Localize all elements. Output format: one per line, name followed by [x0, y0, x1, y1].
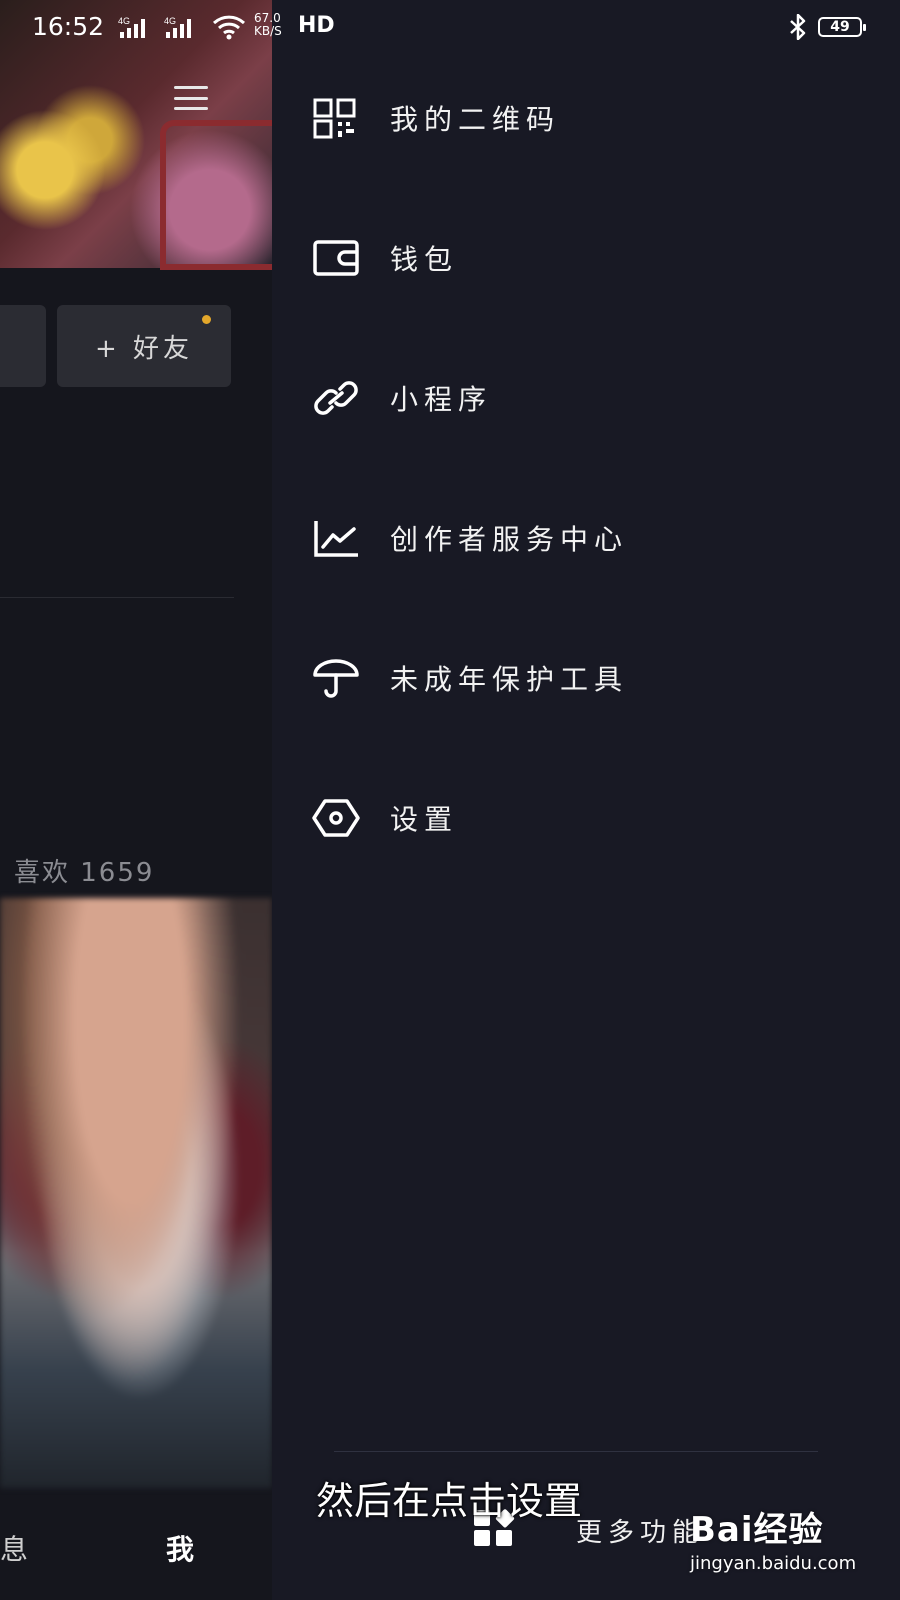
qr-code-icon	[312, 94, 360, 142]
tab-messages[interactable]: 息	[0, 1528, 28, 1568]
status-bar: 16:52 4G 4G 67.0 KB/S HD 49	[0, 0, 900, 56]
message-button[interactable]	[0, 305, 46, 387]
signal-strength-icon: 4G	[118, 16, 158, 44]
menu-item-label: 小程序	[390, 383, 493, 416]
watermark-url: jingyan.baidu.com	[690, 1553, 857, 1574]
svg-text:4G: 4G	[118, 16, 130, 26]
more-functions-label: 更多功能	[576, 1517, 705, 1548]
tab-me[interactable]: 我	[166, 1528, 194, 1568]
feed-thumbnail[interactable]	[0, 898, 272, 1488]
umbrella-icon	[312, 654, 360, 702]
cover-decoration	[160, 120, 272, 270]
menu-item-qr-code[interactable]: 我的二维码	[312, 88, 872, 148]
menu-item-label: 设置	[390, 803, 459, 836]
wallet-icon	[312, 234, 360, 282]
hd-voice-label: HD	[298, 13, 335, 38]
menu-item-label: 未成年保护工具	[390, 663, 629, 696]
baidu-jingyan-watermark: Bai经验 jingyan.baidu.com	[690, 1502, 856, 1574]
network-speed-unit: KB/S	[254, 24, 282, 38]
menu-item-settings[interactable]: 设置	[312, 788, 872, 848]
chart-icon	[312, 514, 360, 562]
battery-indicator: 49	[818, 17, 866, 37]
status-time: 16:52	[32, 12, 105, 41]
menu-item-minor-protection[interactable]: 未成年保护工具	[312, 648, 872, 708]
menu-item-creator-center[interactable]: 创作者服务中心	[312, 508, 872, 568]
side-drawer: 我的二维码 钱包 小程序 创作者服务中心 未成年保护工具 设置 更多功能	[272, 0, 900, 1600]
network-speed: 67.0 KB/S	[254, 12, 282, 38]
hamburger-menu-icon[interactable]	[168, 76, 214, 120]
network-speed-value: 67.0	[254, 11, 281, 25]
wifi-icon	[212, 14, 246, 44]
notification-dot	[202, 315, 211, 324]
menu-item-label: 钱包	[390, 243, 459, 276]
divider	[0, 597, 234, 598]
video-subtitle: 然后在点击设置	[316, 1479, 583, 1523]
menu-item-wallet[interactable]: 钱包	[312, 228, 872, 288]
link-icon	[312, 374, 360, 422]
likes-count[interactable]: 喜欢 1659	[14, 852, 154, 889]
bluetooth-icon	[788, 13, 808, 44]
menu-item-label: 创作者服务中心	[390, 523, 629, 556]
add-friend-button[interactable]: + 好友	[57, 305, 231, 387]
profile-page-background: + 好友 喜欢 1659 息 我	[0, 0, 272, 1600]
menu-item-label: 我的二维码	[390, 103, 561, 136]
watermark-brand: Bai经验	[690, 1510, 824, 1550]
divider	[334, 1451, 818, 1452]
add-friend-label: + 好友	[94, 333, 194, 364]
svg-text:4G: 4G	[164, 16, 176, 26]
menu-item-mini-programs[interactable]: 小程序	[312, 368, 872, 428]
hexagon-settings-icon	[312, 794, 360, 842]
signal-strength-icon: 4G	[164, 16, 204, 44]
